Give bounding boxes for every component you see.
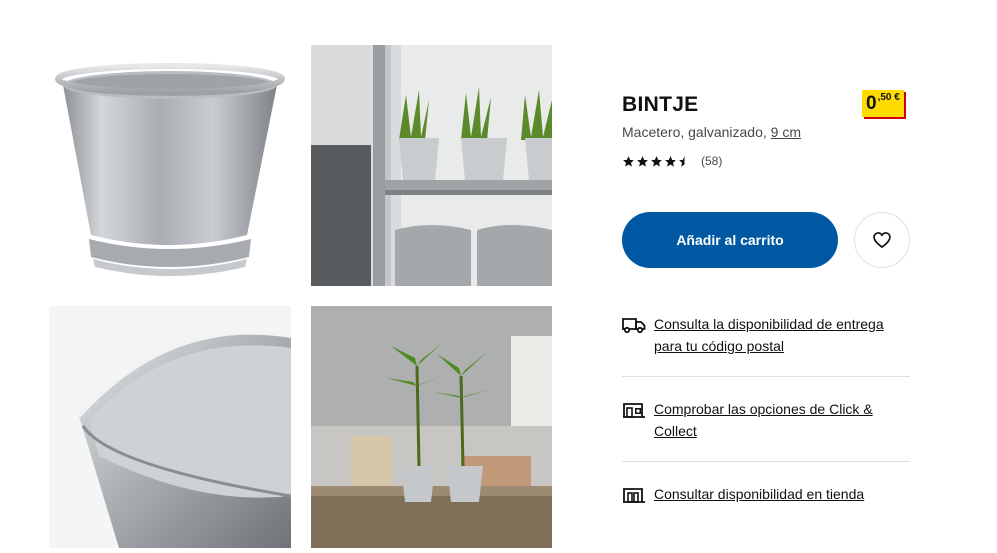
delivery-truck-icon: [622, 318, 646, 334]
click-collect-link[interactable]: Comprobar las opciones de Click & Collec…: [654, 398, 912, 442]
star-half-icon: [679, 155, 685, 167]
product-image-pot[interactable]: [49, 45, 291, 286]
price-decimal: ,50 €: [877, 92, 900, 103]
click-collect-row: Comprobar las opciones de Click & Collec…: [622, 398, 912, 442]
favorite-button[interactable]: [854, 212, 910, 268]
click-collect-store-icon: [623, 403, 645, 418]
product-description-text: Macetero, galvanizado,: [622, 124, 767, 140]
product-image-shelf-plants[interactable]: [311, 45, 552, 286]
add-to-cart-button[interactable]: Añadir al carrito: [622, 212, 838, 268]
product-image-pot-closeup[interactable]: [49, 306, 291, 548]
star-full-icon: [651, 155, 662, 167]
price-tag: 0 ,50 €: [862, 90, 904, 117]
product-image-bamboo-table[interactable]: [311, 306, 552, 548]
product-title: BINTJE: [622, 93, 699, 116]
star-full-icon: [637, 155, 648, 167]
divider: [622, 461, 910, 462]
heart-icon: [873, 232, 891, 249]
star-full-icon: [623, 155, 634, 167]
rating-stars: [622, 155, 691, 168]
rating-count: (58): [701, 154, 723, 168]
product-description: Macetero, galvanizado, 9 cm: [622, 124, 801, 140]
store-availability-link[interactable]: Consultar disponibilidad en tienda: [654, 483, 864, 505]
divider: [622, 376, 910, 377]
product-rating[interactable]: (58): [622, 154, 722, 168]
store-icon: [623, 488, 645, 503]
price-integer: 0: [866, 93, 877, 114]
store-availability-row: Consultar disponibilidad en tienda: [622, 483, 912, 505]
product-size-link[interactable]: 9 cm: [771, 124, 801, 140]
star-full-icon: [665, 155, 676, 167]
delivery-availability-link[interactable]: Consulta la disponibilidad de entrega pa…: [654, 313, 912, 357]
delivery-availability-row: Consulta la disponibilidad de entrega pa…: [622, 313, 912, 357]
